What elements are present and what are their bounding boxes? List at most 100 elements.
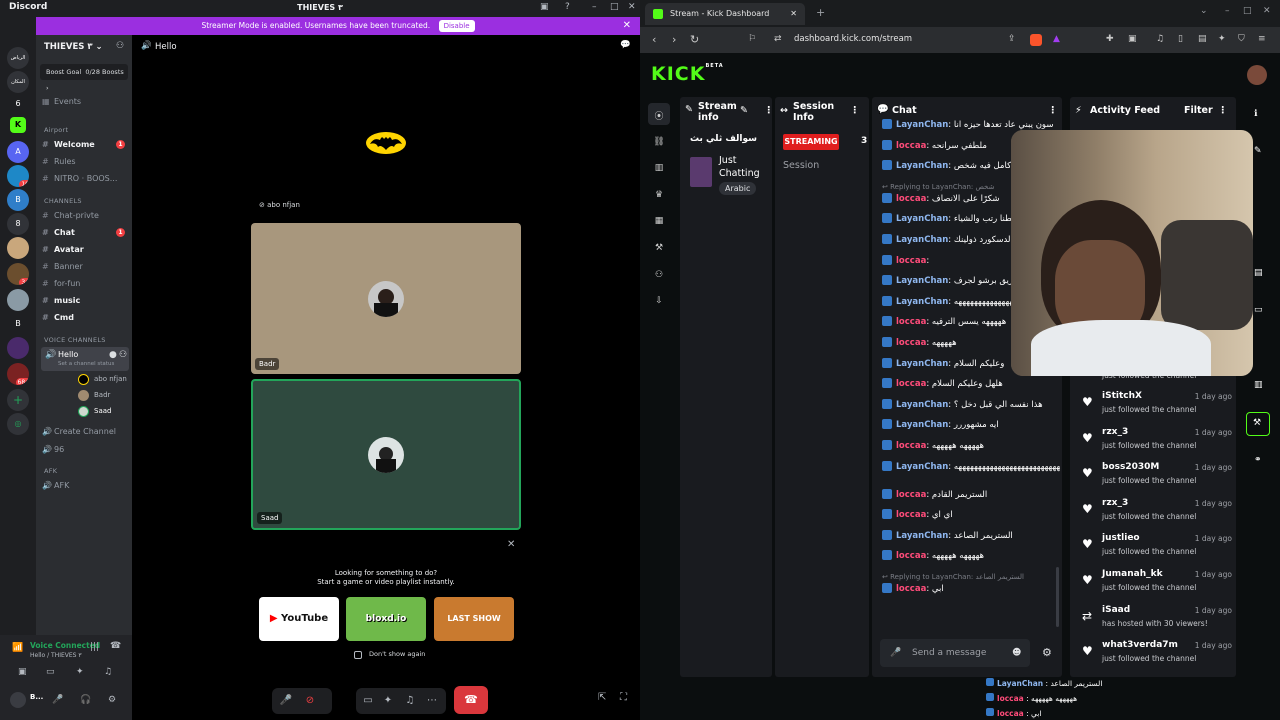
chat-username[interactable]: LayanChan (896, 276, 948, 286)
chat-username[interactable]: loccaa (896, 584, 926, 594)
camera-icon[interactable]: ▣ (18, 667, 27, 677)
activity-username[interactable]: boss2030M (1102, 462, 1159, 472)
category-voice[interactable]: VOICE CHANNELS (44, 336, 106, 344)
mic-icon[interactable]: 🎤 (890, 639, 901, 667)
explore-icon[interactable]: ◎ (7, 413, 29, 435)
fullscreen-icon[interactable]: ⛶ (620, 692, 627, 703)
server-icon[interactable]: المكان (7, 71, 29, 93)
more-icon[interactable]: ⋮ (850, 105, 860, 116)
voice-channel-hello[interactable]: 🔊 Hello Set a channel status ● ⚇ (41, 347, 129, 371)
share-icon[interactable]: ⚭ (1254, 455, 1262, 465)
camera-off-icon[interactable]: ⊘ (302, 693, 318, 709)
more-icon[interactable]: ⋮ (1048, 105, 1058, 116)
server-icon[interactable]: 16 (7, 165, 29, 187)
activity-username[interactable]: iStitchX (1102, 391, 1142, 401)
chat-username[interactable]: LayanChan (896, 235, 948, 245)
avatar[interactable] (10, 692, 26, 708)
media-icon[interactable]: ♫ (1156, 34, 1164, 44)
soundboard-icon[interactable]: ♫ (104, 667, 112, 677)
chat-settings-icon[interactable]: ⚙ (1042, 646, 1052, 659)
activity-username[interactable]: justlieo (1102, 533, 1140, 543)
chat-username[interactable]: loccaa (896, 141, 926, 151)
close-icon[interactable]: ✕ (507, 539, 515, 550)
maximize-icon[interactable]: □ (610, 2, 619, 12)
dont-show-checkbox[interactable] (354, 651, 362, 659)
screen-share-icon[interactable]: ▭ (360, 693, 376, 709)
library-icon[interactable]: ▦ (653, 216, 665, 228)
more-icon[interactable]: ⋮ (1218, 105, 1228, 116)
server-icon[interactable] (7, 337, 29, 359)
chat-username[interactable]: LayanChan (896, 400, 948, 410)
youtube-activity[interactable]: ▶ YouTube (259, 597, 339, 641)
voice-member[interactable]: abo nfjan (78, 374, 127, 385)
layout-icon[interactable]: ▥ (1254, 380, 1263, 390)
document-icon[interactable]: ▤ (1254, 268, 1263, 278)
chat-username[interactable]: LayanChan (896, 359, 948, 369)
edit-icon[interactable]: ✎ (1254, 146, 1262, 156)
chat-username[interactable]: loccaa (896, 379, 926, 389)
help-icon[interactable]: ? (565, 2, 570, 12)
disconnect-icon[interactable]: ☎ (110, 641, 121, 651)
leave-call-button[interactable]: ☎ (454, 686, 488, 714)
sidebar-icon[interactable]: ▯ (1178, 34, 1183, 44)
category-channels[interactable]: CHANNELS (44, 197, 82, 205)
leo-icon[interactable]: ✦ (1218, 34, 1226, 44)
chat-username[interactable]: LayanChan (896, 462, 948, 472)
maximize-icon[interactable]: □ (1243, 6, 1252, 16)
activity-item[interactable]: ♥ what3verda7m 1 day ago just followed the … (1080, 640, 1236, 675)
popout-icon[interactable]: ⇱ (598, 692, 606, 703)
reload-icon[interactable]: ↻ (690, 33, 699, 46)
channel-item[interactable]: # Chat-privte (42, 211, 99, 220)
activity-username[interactable]: Jumanah_kk (1102, 569, 1163, 579)
activity-item[interactable]: ♥ Jumanah_kk 1 day ago just followed the ch… (1080, 569, 1236, 604)
chat-message[interactable]: LayanChan: سون يبني عاد تعدها حيزه انا (882, 119, 1060, 130)
chat-username[interactable]: loccaa (896, 551, 926, 561)
server-icon[interactable]: B (7, 189, 29, 211)
activity-icon[interactable]: ✦ (380, 693, 396, 709)
extensions-icon[interactable]: ✚ (1106, 34, 1114, 44)
chat-message[interactable]: loccaa: الستريمر القادم (882, 488, 1060, 500)
chat-bubble-icon[interactable]: 💬 (620, 40, 631, 50)
activity-item[interactable]: ♥ boss2030M 1 day ago just followed the cha… (1080, 462, 1236, 497)
bookmark-icon[interactable]: ⚐ (748, 34, 756, 44)
new-tab-icon[interactable]: + (816, 6, 825, 19)
user-name[interactable]: B... (30, 693, 43, 701)
server-icon[interactable] (7, 289, 29, 311)
chat-message[interactable]: loccaa: ابي (882, 583, 1060, 594)
more-icon[interactable]: ⋮ (764, 105, 774, 116)
bloxd-activity[interactable]: bloxd.io (346, 597, 426, 641)
add-member-icon[interactable]: ⚇ (116, 41, 124, 51)
minimize-icon[interactable]: – (592, 2, 597, 12)
channel-item[interactable]: # Welcome 1 (42, 140, 125, 149)
minimize-icon[interactable]: – (1225, 6, 1230, 16)
chat-username[interactable]: loccaa (896, 510, 926, 520)
kick-server-icon[interactable]: K (10, 117, 26, 133)
forward-icon[interactable]: › (672, 33, 676, 46)
voice-connected-sub[interactable]: Hello / THIEVES ٣ (30, 652, 82, 659)
server-icon[interactable]: 34 (7, 263, 29, 285)
close-icon[interactable]: ✕ (628, 2, 636, 12)
channel-item[interactable]: # NITRO · BOOS... (42, 174, 117, 183)
activity-icon[interactable]: ✦ (76, 667, 84, 677)
chat-username[interactable]: LayanChan (896, 214, 948, 224)
server-icon[interactable]: A (7, 141, 29, 163)
channel-item[interactable]: # Banner (42, 262, 83, 271)
chat-username[interactable]: loccaa (896, 317, 926, 327)
chat-username[interactable]: loccaa (896, 194, 926, 204)
share-icon[interactable]: ⇪ (1008, 34, 1016, 44)
chat-input[interactable]: 🎤 Send a message ☻ (880, 639, 1030, 667)
more-icon[interactable]: ⋯ (424, 693, 440, 709)
participant-tile[interactable]: ⊘ abo nfjan (251, 86, 521, 216)
boost-goal[interactable]: Boost Goal 0/28 Boosts › (40, 64, 128, 92)
chat-message[interactable]: loccaa: هههههه هههههه (882, 550, 1060, 561)
channel-item[interactable]: # Chat 1 (42, 228, 125, 237)
settings-gear-icon[interactable]: ⚙ (108, 695, 116, 705)
channel-item[interactable]: # Cmd (42, 313, 74, 322)
filter-button[interactable]: Filter (1184, 105, 1213, 116)
activity-username[interactable]: rzx_3 (1102, 498, 1128, 508)
mic-icon[interactable]: 🎤 (52, 695, 63, 705)
invite-icon[interactable]: ⚇ (119, 350, 127, 360)
events-item[interactable]: ▦ Events (42, 97, 81, 106)
add-server-icon[interactable]: + (7, 389, 29, 411)
close-icon[interactable]: ✕ (1263, 6, 1271, 16)
